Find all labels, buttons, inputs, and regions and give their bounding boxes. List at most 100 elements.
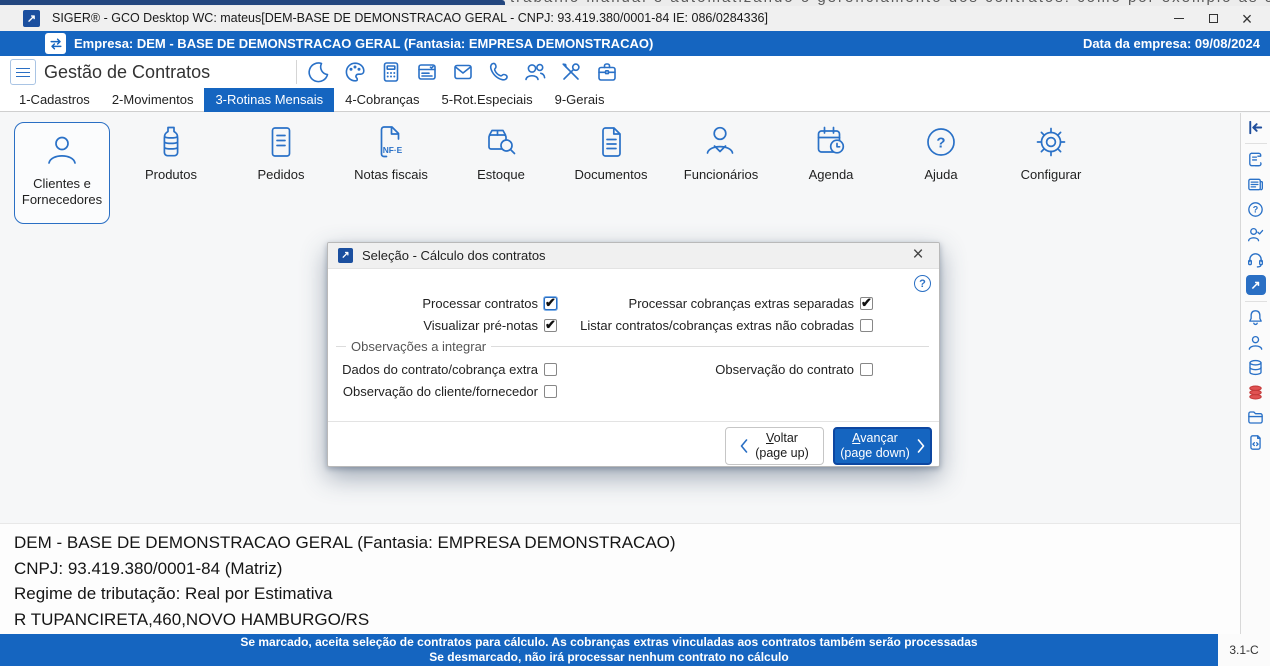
shortcut-ajuda[interactable]: ? Ajuda bbox=[886, 122, 996, 183]
version-label: 3.1-C bbox=[1218, 634, 1270, 666]
window-controls: × bbox=[1162, 6, 1264, 31]
box-search-icon bbox=[488, 129, 516, 155]
collapse-sidebar-icon[interactable] bbox=[1246, 118, 1265, 137]
shortcut-label: Notas fiscais bbox=[354, 167, 428, 182]
help-icon[interactable]: ? bbox=[1246, 200, 1265, 219]
voltar-button[interactable]: Voltar (page up) bbox=[725, 427, 824, 465]
shortcut-documentos[interactable]: Documentos bbox=[556, 122, 666, 183]
tools-icon[interactable] bbox=[558, 59, 584, 85]
folder-icon[interactable] bbox=[1246, 408, 1265, 427]
phone-icon[interactable] bbox=[486, 59, 512, 85]
module-title: Gestão de Contratos bbox=[44, 62, 211, 82]
contacts-icon[interactable] bbox=[522, 59, 548, 85]
field-processar-contratos: Processar contratos bbox=[422, 295, 557, 311]
field-dados-contrato: Dados do contrato/cobrança extra bbox=[342, 361, 557, 377]
observacoes-group-legend: Observações a integrar bbox=[336, 339, 929, 354]
shortcut-label: Ajuda bbox=[924, 167, 958, 182]
help-circle-icon: ? bbox=[927, 128, 955, 156]
hamburger-menu-button[interactable] bbox=[10, 59, 36, 85]
status-line-2: Se desmarcado, não irá processar nenhum … bbox=[429, 650, 789, 664]
shortcut-label: Clientes e Fornecedores bbox=[21, 176, 103, 207]
maximize-button[interactable] bbox=[1196, 6, 1230, 31]
checkbox-label: Processar cobranças extras separadas bbox=[628, 295, 854, 311]
status-line-1: Se marcado, aceita seleção de contratos … bbox=[240, 635, 978, 649]
shortcut-label: Pedidos bbox=[257, 167, 305, 182]
person-icon bbox=[48, 136, 76, 164]
menu-bar: Gestão de Contratos bbox=[0, 56, 1270, 88]
processar-contratos-checkbox[interactable] bbox=[544, 295, 557, 311]
script-icon[interactable] bbox=[1246, 150, 1265, 169]
shortcut-notas-fiscais[interactable]: NF·E Notas fiscais bbox=[336, 122, 446, 183]
mail-icon[interactable] bbox=[450, 59, 476, 85]
company-date-label: Data da empresa: 09/08/2024 bbox=[1082, 36, 1260, 51]
company-info-panel: DEM - BASE DE DEMONSTRACAO GERAL (Fantas… bbox=[0, 523, 1240, 634]
support-headset-icon[interactable] bbox=[1246, 250, 1265, 269]
briefcase-icon[interactable] bbox=[594, 59, 620, 85]
observacao-cliente-checkbox[interactable] bbox=[544, 384, 557, 398]
close-icon: × bbox=[1241, 8, 1253, 29]
avancar-button[interactable]: Avançar (page down) bbox=[833, 427, 932, 465]
siger-logo-icon[interactable]: ↗ bbox=[1245, 275, 1266, 295]
company-info-line: DEM - BASE DE DEMONSTRACAO GERAL (Fantas… bbox=[14, 533, 676, 552]
user-icon[interactable] bbox=[1246, 333, 1265, 352]
order-document-icon bbox=[271, 127, 291, 157]
night-mode-icon[interactable] bbox=[306, 59, 332, 85]
shortcut-agenda[interactable]: Agenda bbox=[776, 122, 886, 183]
shortcut-clientes-fornecedores[interactable]: Clientes e Fornecedores bbox=[14, 122, 110, 224]
company-info-line: CNPJ: 93.419.380/0001-84 (Matriz) bbox=[14, 558, 283, 578]
swap-arrows-icon bbox=[49, 37, 62, 50]
menu-divider bbox=[296, 60, 297, 84]
nfe-document-icon: NF·E bbox=[380, 126, 403, 158]
selecao-calculo-contratos-dialog: ↗ Seleção - Cálculo dos contratos × ? Pr… bbox=[327, 242, 940, 467]
shortcut-configurar[interactable]: Configurar bbox=[996, 122, 1106, 183]
calculator-icon[interactable] bbox=[378, 59, 404, 85]
checkbox-label: Observação do contrato bbox=[715, 361, 854, 377]
shortcut-label: Estoque bbox=[477, 167, 525, 182]
svg-text:NF·E: NF·E bbox=[383, 145, 403, 155]
browser-window-icon[interactable] bbox=[414, 59, 440, 85]
siger-app-window: { "backdrop": { "clipped_text": "trabalh… bbox=[0, 0, 1270, 666]
news-icon[interactable] bbox=[1246, 175, 1265, 194]
siger-logo-icon: ↗ bbox=[338, 248, 353, 263]
database-icon[interactable] bbox=[1246, 358, 1265, 377]
dialog-close-button[interactable]: × bbox=[907, 243, 929, 269]
notifications-bell-icon[interactable] bbox=[1246, 308, 1265, 327]
checkbox-label: Visualizar pré-notas bbox=[423, 317, 538, 333]
shortcut-funcionarios[interactable]: Funcionários bbox=[666, 122, 776, 183]
switch-company-button[interactable] bbox=[45, 33, 66, 54]
siger-logo-icon: ↗ bbox=[23, 10, 40, 27]
shortcut-produtos[interactable]: Produtos bbox=[116, 122, 226, 183]
field-visualizar-pre-notas: Visualizar pré-notas bbox=[423, 317, 557, 333]
dialog-help-icon[interactable]: ? bbox=[914, 275, 931, 292]
chevron-right-icon bbox=[917, 439, 925, 453]
tab-rot-especiais[interactable]: 5-Rot.Especiais bbox=[431, 88, 544, 112]
file-code-icon[interactable] bbox=[1246, 433, 1265, 452]
user-check-icon[interactable] bbox=[1246, 225, 1265, 244]
processar-cobrancas-extras-checkbox[interactable] bbox=[860, 295, 873, 311]
tab-cadastros[interactable]: 1-Cadastros bbox=[8, 88, 101, 112]
tab-rotinas-mensais[interactable]: 3-Rotinas Mensais bbox=[204, 88, 335, 112]
theme-palette-icon[interactable] bbox=[342, 59, 368, 85]
company-info-line: R TUPANCIRETA,460,NOVO HAMBURGO/RS bbox=[14, 609, 370, 629]
listar-contratos-checkbox[interactable] bbox=[860, 318, 873, 332]
checkbox-label: Observação do cliente/fornecedor bbox=[342, 383, 538, 399]
minimize-button[interactable] bbox=[1162, 6, 1196, 31]
visualizar-pre-notas-checkbox[interactable] bbox=[544, 317, 557, 333]
shortcut-label: Agenda bbox=[808, 167, 854, 182]
dados-contrato-checkbox[interactable] bbox=[544, 362, 557, 376]
checkbox-label: Listar contratos/cobranças extras não co… bbox=[580, 317, 854, 333]
shortcut-pedidos[interactable]: Pedidos bbox=[226, 122, 336, 183]
gear-icon bbox=[1036, 127, 1066, 157]
financial-database-icon[interactable] bbox=[1246, 383, 1265, 402]
tab-movimentos[interactable]: 2-Movimentos bbox=[101, 88, 205, 112]
shortcut-label: Documentos bbox=[574, 167, 648, 182]
close-button[interactable]: × bbox=[1230, 6, 1264, 31]
observacao-contrato-checkbox[interactable] bbox=[860, 362, 873, 376]
shortcut-estoque[interactable]: Estoque bbox=[446, 122, 556, 183]
module-tab-bar: 1-Cadastros 2-Movimentos 3-Rotinas Mensa… bbox=[0, 88, 1270, 112]
tab-cobrancas[interactable]: 4-Cobranças bbox=[334, 88, 430, 112]
shortcut-label: Funcionários bbox=[683, 167, 759, 182]
document-icon bbox=[602, 127, 621, 157]
tab-gerais[interactable]: 9-Gerais bbox=[544, 88, 616, 112]
calendar-clock-icon bbox=[817, 126, 845, 154]
